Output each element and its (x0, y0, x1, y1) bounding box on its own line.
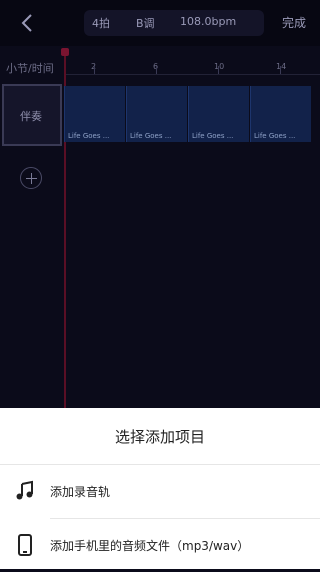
ruler-label: 小节/时间 (6, 62, 54, 75)
clip-title: Life Goes ... (68, 132, 110, 140)
clip-title: Life Goes ... (254, 132, 296, 140)
sheet-divider (50, 518, 320, 519)
top-bar: 4拍 B调 108.0bpm 完成 (0, 0, 320, 46)
app-root: 4拍 B调 108.0bpm 完成 小节/时间 2 6 10 14 伴奏 Lif… (0, 0, 320, 569)
time-signature[interactable]: 4拍 (92, 15, 110, 31)
clip-title: Life Goes ... (192, 132, 234, 140)
audio-clip[interactable]: Life Goes ... (250, 86, 311, 142)
ruler-tick: 14 (276, 62, 287, 71)
clip-title: Life Goes ... (130, 132, 172, 140)
ruler-tick-line (280, 66, 281, 74)
sheet-divider (0, 464, 320, 465)
done-button[interactable]: 完成 (282, 14, 306, 31)
ruler-tick-line (94, 66, 95, 74)
ruler-tick: 10 (214, 62, 225, 71)
audio-clip[interactable]: Life Goes ... (188, 86, 249, 142)
tempo-setting[interactable]: 108.0bpm (180, 15, 236, 28)
add-local-audio-label: 添加手机里的音频文件（mp3/wav） (50, 539, 250, 553)
song-settings-pill[interactable]: 4拍 B调 108.0bpm (84, 10, 264, 36)
sheet-title: 选择添加项目 (114, 428, 205, 446)
ruler-tick-line (218, 66, 219, 74)
audio-clip[interactable]: Life Goes ... (126, 86, 187, 142)
phone-icon (18, 534, 32, 556)
add-recording-track-label: 添加录音轨 (50, 485, 111, 499)
back-arrow-icon[interactable] (18, 12, 38, 34)
audio-clip[interactable]: Life Goes ... (64, 86, 125, 142)
add-local-audio-option[interactable]: 添加手机里的音频文件（mp3/wav） (0, 520, 320, 572)
add-recording-track-option[interactable]: 添加录音轨 (0, 466, 320, 518)
music-note-icon (16, 480, 33, 500)
track-label-accompaniment[interactable]: 伴奏 (2, 84, 62, 146)
add-track-button[interactable] (20, 167, 42, 189)
add-item-sheet: 选择添加项目 添加录音轨 添加手机里的音频文件（mp3/wav） (0, 408, 320, 569)
key-setting[interactable]: B调 (136, 15, 155, 31)
timeline-ruler[interactable]: 2 6 10 14 (64, 52, 320, 75)
track-label-text: 伴奏 (20, 110, 42, 123)
ruler-tick-line (156, 66, 157, 74)
